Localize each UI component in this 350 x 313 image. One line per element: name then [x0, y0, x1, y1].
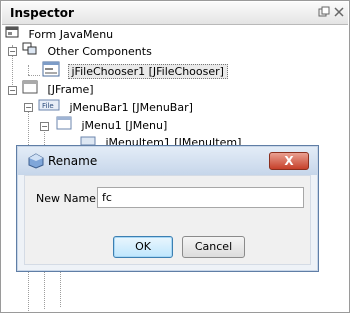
tree-item-form[interactable]: Form JavaMenu — [5, 25, 113, 43]
collapse-toggle[interactable]: − — [8, 47, 17, 56]
menubar-icon: File — [38, 98, 60, 118]
tree-item-menu[interactable]: jMenu1 [JMenu] — [56, 116, 167, 134]
tree-item-label: jFileChooser1 [JFileChooser] — [67, 64, 228, 79]
tree-item-menubar[interactable]: File jMenuBar1 [JMenuBar] — [38, 98, 193, 116]
dialog-body: New Name: OK Cancel — [24, 175, 311, 265]
collapse-toggle[interactable]: − — [8, 86, 17, 95]
menu-icon — [56, 116, 72, 136]
ok-button[interactable]: OK — [113, 236, 173, 258]
tree-item-label: Form JavaMenu — [28, 28, 114, 41]
tree-item-label: jMenuBar1 [JMenuBar] — [69, 101, 193, 114]
cancel-button[interactable]: Cancel — [182, 236, 245, 258]
collapse-toggle[interactable]: − — [40, 122, 49, 131]
restore-window-icon[interactable] — [318, 6, 330, 18]
tree-item-label: jMenu1 [JMenu] — [81, 119, 168, 132]
tree-item-label: Other Components — [47, 45, 152, 58]
rename-dialog: Rename X New Name: OK Cancel — [16, 145, 319, 272]
panel-title: Inspector — [10, 6, 74, 20]
tree-item-file-chooser[interactable]: jFileChooser1 [JFileChooser] — [42, 61, 228, 79]
new-name-input[interactable] — [97, 187, 304, 208]
inspector-titlebar: Inspector — [2, 2, 348, 25]
components-icon — [22, 42, 38, 62]
tree-item-jframe[interactable]: [JFrame] — [22, 80, 94, 98]
form-icon — [5, 25, 19, 45]
dialog-title: Rename — [48, 154, 98, 168]
tree-item-other-components[interactable]: Other Components — [22, 42, 152, 60]
app-icon — [28, 153, 44, 172]
close-button[interactable]: X — [269, 152, 309, 170]
frame-icon — [22, 80, 38, 100]
collapse-toggle[interactable]: − — [24, 103, 33, 112]
dialog-titlebar: Rename X — [18, 147, 317, 175]
tree-item-label: [JFrame] — [47, 83, 94, 96]
svg-text:File: File — [42, 102, 54, 110]
new-name-label: New Name: — [36, 192, 100, 205]
close-panel-icon[interactable] — [333, 6, 345, 18]
